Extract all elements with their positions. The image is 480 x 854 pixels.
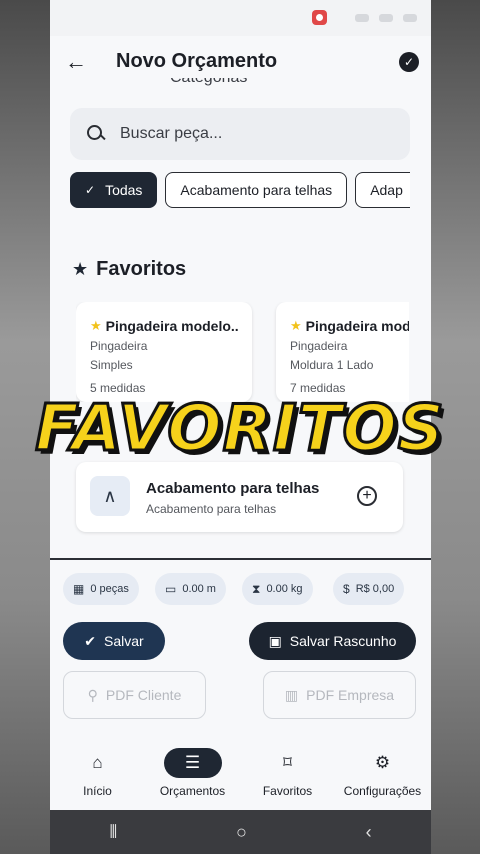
favorite-name: Pingadeira mod — [305, 318, 409, 334]
overlay-caption: FAVORITOS — [34, 391, 446, 468]
chip-adap[interactable]: Adap — [355, 172, 410, 208]
back-arrow-icon[interactable]: ← — [64, 50, 88, 74]
system-back-icon[interactable]: ‹ — [366, 822, 372, 843]
favorites-heading: ★ Favoritos — [72, 258, 187, 280]
recent-apps-icon[interactable]: ⦀ — [109, 822, 117, 843]
stat-price: $ R$ 0,00 — [333, 573, 405, 605]
search-icon — [86, 124, 106, 144]
nav-item-favoritos[interactable]: ⌑ Favoritos — [240, 742, 335, 810]
check-icon: ✓ — [85, 183, 96, 197]
chip-acabamento-para-telhas[interactable]: Acabamento para telhas — [165, 172, 348, 208]
nav-item-configuracoes[interactable]: ⚙ Configurações — [335, 742, 430, 810]
favorite-type: Moldura 1 Lado — [290, 358, 374, 372]
compass-icon: ∧ — [90, 476, 130, 516]
dollar-icon: $ — [343, 582, 350, 596]
grid-icon: ▦ — [73, 582, 85, 596]
favorite-category: Pingadeira — [90, 339, 148, 353]
list-item-subtitle: Acabamento para telhas — [146, 502, 277, 516]
save-draft-button[interactable]: ▣ Salvar Rascunho — [249, 622, 416, 660]
favorite-type: Simples — [90, 358, 133, 372]
list-icon: ☰ — [163, 748, 222, 778]
ruler-icon: ▭ — [165, 582, 177, 596]
add-circle-icon[interactable]: + — [357, 486, 377, 506]
list-item-name: Acabamento para telhas — [146, 480, 320, 497]
stat-pieces: ▦ 0 peças — [63, 573, 139, 605]
favorite-name: Pingadeira modelo... — [105, 318, 238, 334]
person-icon: ⚲ — [87, 686, 98, 703]
status-icons — [327, 14, 417, 22]
save-button[interactable]: ✔ Salvar — [63, 622, 165, 660]
star-icon: ★ — [72, 259, 89, 279]
floppy-icon: ▣ — [268, 632, 282, 649]
home-icon: ⌂ — [92, 753, 103, 772]
home-circle-icon[interactable]: ○ — [236, 822, 247, 843]
list-item[interactable]: ∧ Acabamento para telhas Acabamento para… — [76, 462, 403, 532]
bottom-navigation: ⌂ Início ☰ Orçamentos ⌑ Favoritos ⚙ Configur… — [50, 742, 431, 810]
search-field[interactable]: Buscar peça... — [70, 108, 410, 160]
check-circle-icon: ✔ — [84, 632, 97, 649]
gear-icon: ⚙ — [374, 753, 391, 772]
star-icon: ★ — [90, 318, 102, 333]
building-icon: ▥ — [284, 686, 299, 703]
hourglass-icon: ⧗ — [252, 581, 261, 596]
bookmark-icon: ⌑ — [283, 753, 292, 772]
chip-todas[interactable]: ✓ Todas — [70, 172, 158, 208]
pdf-company-button[interactable]: ▥ PDF Empresa — [263, 671, 416, 719]
search-placeholder: Buscar peça... — [120, 125, 223, 142]
favorite-card[interactable]: ★ Pingadeira mod Pingadeira Moldura 1 Lad… — [276, 302, 409, 402]
stat-weight: ⧗ 0.00 kg — [242, 573, 313, 605]
nav-item-inicio[interactable]: ⌂ Início — [50, 742, 145, 810]
pdf-client-button[interactable]: ⚲ PDF Cliente — [63, 671, 206, 719]
status-bar — [50, 0, 431, 36]
favorite-card[interactable]: ★ Pingadeira modelo... Pingadeira Simples… — [76, 302, 252, 402]
partial-section-heading: Categorias — [170, 78, 320, 90]
screen-record-icon — [312, 10, 327, 25]
favorites-carousel[interactable]: ★ Pingadeira modelo... Pingadeira Simples… — [76, 302, 409, 402]
stat-length: ▭ 0.00 m — [155, 573, 226, 605]
star-icon: ★ — [290, 318, 302, 333]
page-title: Novo Orçamento — [116, 50, 278, 72]
category-chips: ✓ Todas Acabamento para telhas Adap — [70, 172, 410, 210]
favorite-category: Pingadeira — [290, 339, 348, 353]
nav-item-orcamentos[interactable]: ☰ Orçamentos — [145, 742, 240, 810]
system-navigation-bar: ⦀ ○ ‹ — [50, 810, 431, 854]
confirm-check-icon[interactable]: ✓ — [399, 52, 419, 72]
